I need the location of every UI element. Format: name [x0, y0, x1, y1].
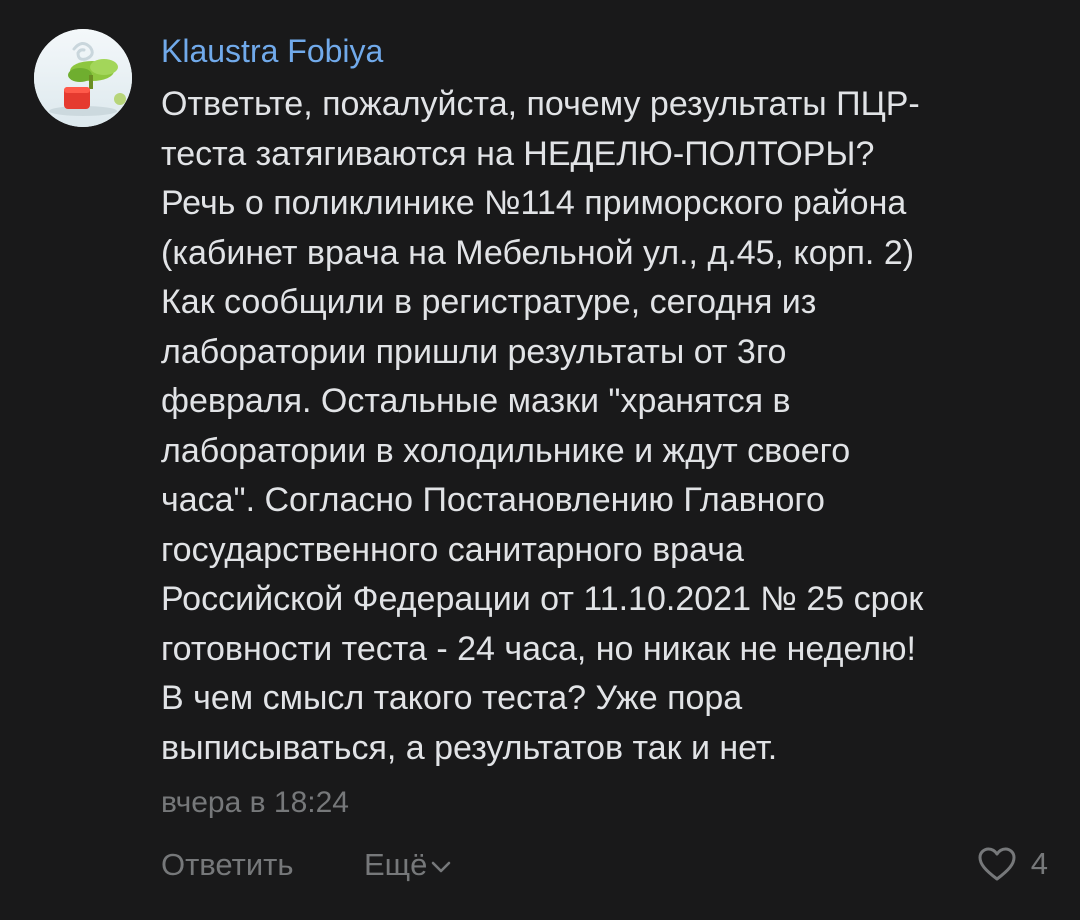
comment-text-line: В чем смысл такого теста? Уже пора [161, 679, 743, 717]
comment-text-line: Ответьте, пожалуйста, почему результаты … [161, 85, 920, 123]
comment-text-line: (кабинет врача на Мебельной ул., д.45, к… [161, 233, 915, 272]
comment-text-line: выписываться, а результатов так и нет. [161, 728, 778, 767]
chevron-down-icon [430, 844, 452, 884]
comment-text-line: Как сообщили в регистратуре, сегодня из [161, 283, 817, 321]
reply-label: Ответить [161, 847, 294, 882]
comment-text-line: февраля. Остальные мазки "хранятся в [161, 382, 791, 420]
comment-text-line: государственного санитарного врача [161, 530, 744, 569]
more-label: Ещё [364, 847, 428, 882]
avatar-image [34, 29, 132, 127]
author-name[interactable]: Klaustra Fobiya [161, 31, 383, 71]
like-count: 4 [1030, 846, 1048, 881]
reply-button[interactable]: Ответить [161, 845, 294, 885]
like-button[interactable]: 4 [977, 842, 1048, 886]
comment: Klaustra Fobiya Ответьте, пожалуйста, по… [0, 0, 1080, 920]
avatar[interactable] [34, 29, 132, 127]
comment-text-line: теста затягиваются на НЕДЕЛЮ-ПОЛТОРЫ? [161, 134, 875, 173]
comment-text-line: часа". Согласно Постановлению Главного [161, 481, 825, 519]
comment-text: Ответьте, пожалуйста, почему результаты … [161, 80, 1061, 773]
heart-outline-icon [978, 847, 1016, 881]
more-button[interactable]: Ещё [364, 845, 452, 885]
comment-timestamp: вчера в 18:24 [161, 786, 349, 819]
comment-text-line: лаборатории в холодильнике и ждут своего [161, 431, 851, 470]
comment-text-line: лаборатории пришли результаты от 3го [161, 332, 787, 371]
comment-text-line: Российской Федерации от 11.10.2021 № 25 … [161, 580, 924, 618]
comment-text-line: готовности теста - 24 часа, но никак не … [161, 629, 917, 668]
comment-text-line: Речь о поликлинике №114 приморского райо… [161, 184, 907, 222]
